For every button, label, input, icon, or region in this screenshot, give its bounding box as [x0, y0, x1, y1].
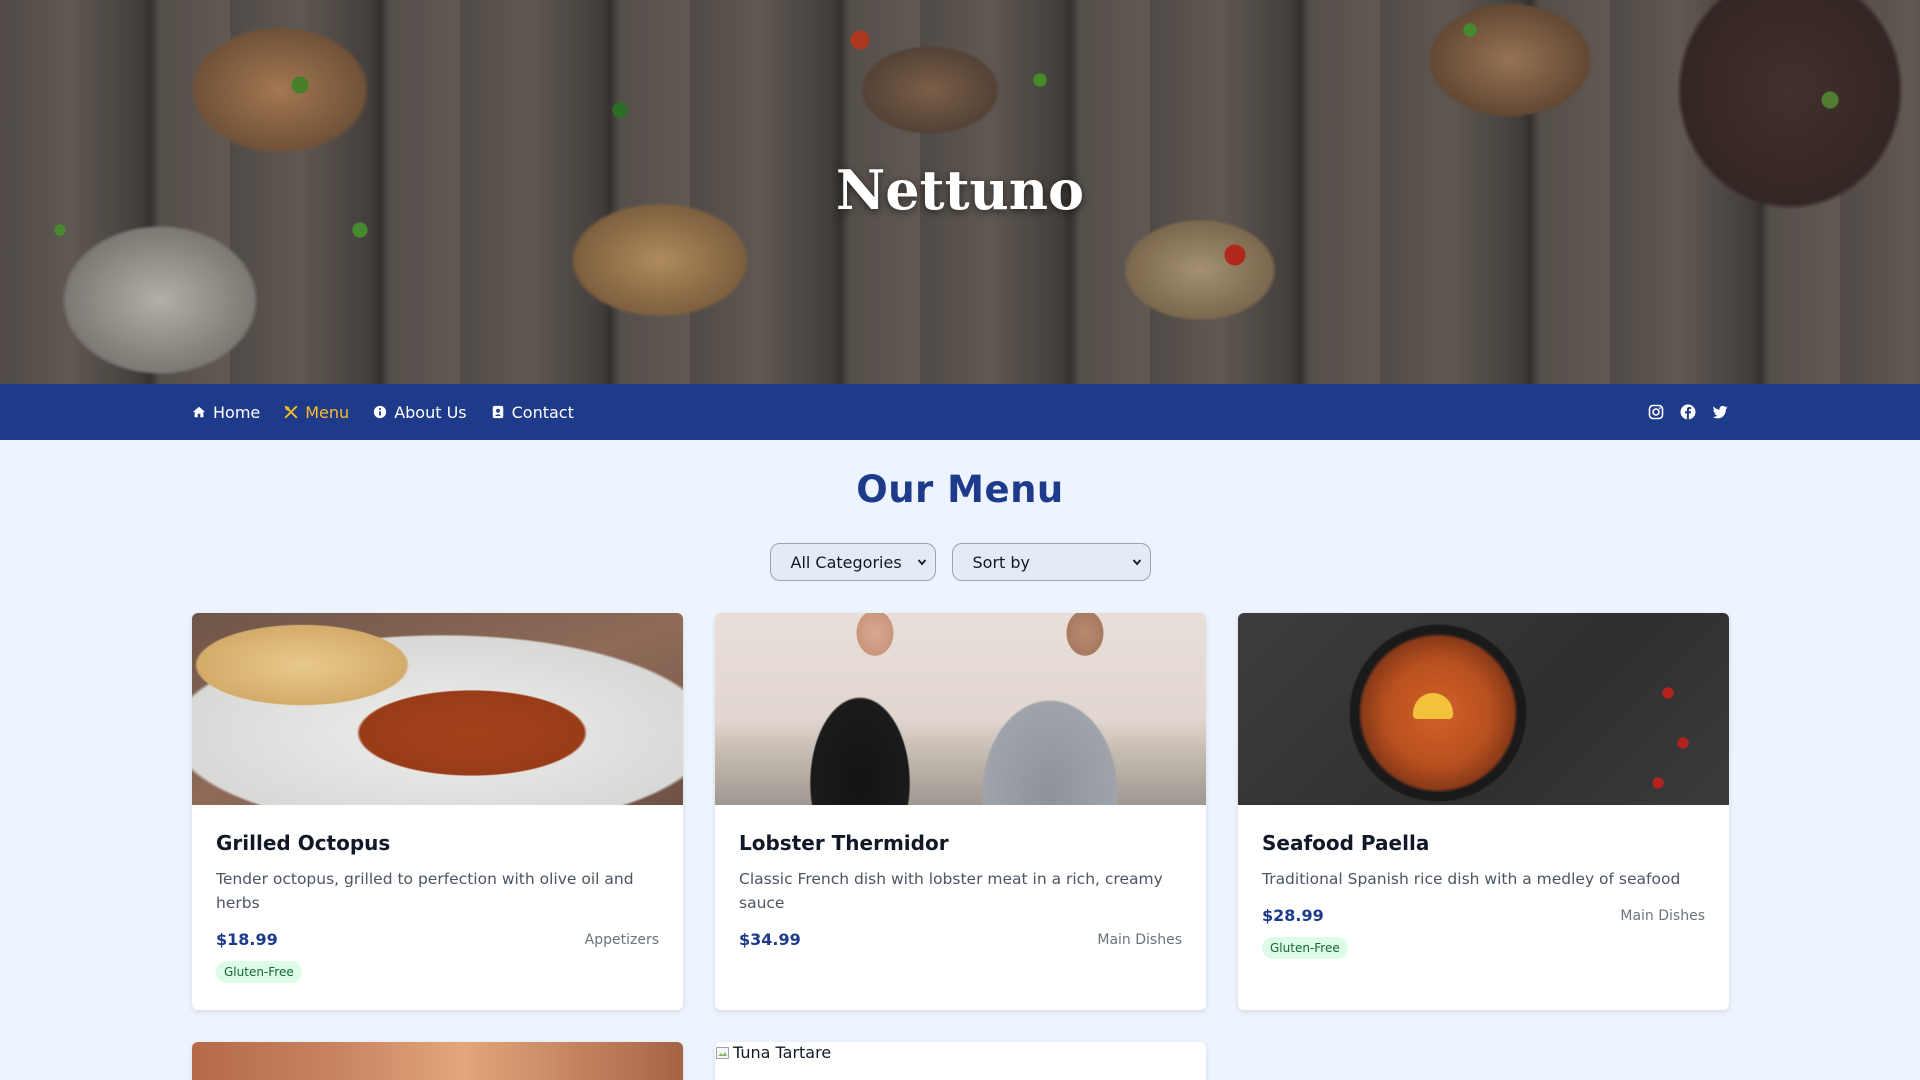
card-meta: $34.99 Main Dishes	[739, 930, 1182, 949]
facebook-icon[interactable]	[1680, 404, 1696, 420]
info-icon	[373, 405, 387, 419]
nav-item-label: Menu	[305, 402, 350, 422]
menu-card[interactable]	[192, 1042, 683, 1080]
dish-price: $34.99	[739, 930, 801, 949]
dish-price: $28.99	[1262, 906, 1324, 925]
dish-title: Grilled Octopus	[216, 831, 391, 855]
sort-select-value: Sort by	[972, 552, 1031, 572]
menu-card[interactable]: Seafood Paella Traditional Spanish rice …	[1238, 613, 1729, 1010]
broken-image-alt-text: Tuna Tartare	[733, 1043, 832, 1062]
dish-image	[1238, 613, 1729, 805]
nav-item-contact[interactable]: Contact	[491, 403, 574, 422]
contact-card-icon	[491, 405, 505, 419]
instagram-icon[interactable]	[1648, 404, 1664, 420]
dish-description: Tender octopus, grilled to perfection wi…	[216, 870, 634, 912]
filter-bar: All Categories Sort by	[0, 543, 1920, 581]
page-title: Our Menu	[856, 468, 1064, 511]
category-select[interactable]: All Categories	[769, 543, 936, 581]
home-icon	[192, 405, 206, 419]
menu-card[interactable]: Lobster Thermidor Classic French dish wi…	[715, 613, 1206, 1010]
menu-card[interactable]: Tuna Tartare	[715, 1042, 1206, 1080]
dish-image	[192, 613, 683, 805]
lemon-wedge	[1413, 693, 1453, 719]
chevron-down-icon	[917, 557, 927, 567]
dietary-badge: Gluten-Free	[1262, 937, 1348, 959]
card-body: Seafood Paella Traditional Spanish rice …	[1238, 805, 1729, 959]
dish-title: Lobster Thermidor	[739, 831, 949, 855]
menu-card[interactable]: Grilled Octopus Tender octopus, grilled …	[192, 613, 683, 1010]
dish-category: Appetizers	[584, 931, 659, 948]
dish-description: Classic French dish with lobster meat in…	[739, 870, 1163, 912]
nav-links: Home Menu About Us Contact	[192, 403, 574, 422]
nav-item-menu[interactable]: Menu	[284, 403, 349, 422]
dish-image	[192, 1042, 683, 1080]
nav-item-home[interactable]: Home	[192, 403, 260, 422]
card-body: Grilled Octopus Tender octopus, grilled …	[192, 805, 683, 983]
dish-category: Main Dishes	[1097, 931, 1182, 948]
hero-banner: Nettuno	[0, 0, 1920, 384]
broken-image-icon	[715, 1045, 731, 1061]
site-title: Nettuno	[835, 158, 1085, 222]
twitter-icon[interactable]	[1712, 404, 1728, 420]
dish-description: Traditional Spanish rice dish with a med…	[1262, 870, 1681, 888]
dish-price: $18.99	[216, 930, 278, 949]
dish-title: Seafood Paella	[1262, 831, 1430, 855]
dish-category: Main Dishes	[1620, 907, 1705, 924]
nav-item-label: Contact	[511, 402, 574, 422]
dietary-badge: Gluten-Free	[216, 961, 302, 983]
social-links	[1648, 404, 1728, 420]
nav-item-label: About Us	[394, 402, 467, 422]
nav-item-label: Home	[213, 402, 261, 422]
chevron-down-icon	[1132, 557, 1142, 567]
dish-image	[715, 613, 1206, 805]
card-meta: $28.99 Main Dishes	[1262, 906, 1705, 925]
nav-item-about[interactable]: About Us	[373, 402, 467, 422]
menu-section: Our Menu All Categories Sort by Grilled …	[0, 440, 1920, 1080]
menu-grid: Grilled Octopus Tender octopus, grilled …	[192, 613, 1920, 1080]
main-navbar: Home Menu About Us Contact	[0, 384, 1920, 440]
sort-select[interactable]: Sort by	[951, 543, 1151, 581]
broken-image: Tuna Tartare	[715, 1042, 1206, 1062]
utensils-icon	[284, 405, 298, 419]
category-select-value: All Categories	[790, 552, 902, 572]
card-body: Lobster Thermidor Classic French dish wi…	[715, 805, 1206, 949]
card-meta: $18.99 Appetizers	[216, 930, 659, 949]
